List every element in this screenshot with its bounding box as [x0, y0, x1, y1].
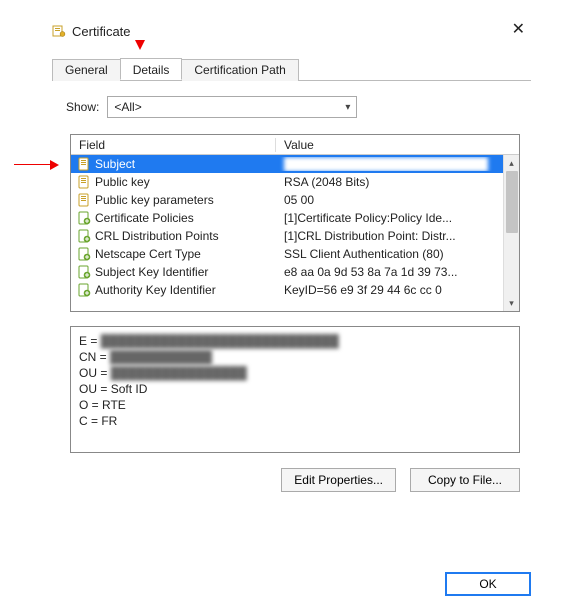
- field-doc-icon: [77, 193, 91, 207]
- row-value: [1]CRL Distribution Point: Distr...: [276, 229, 519, 243]
- field-value-list[interactable]: Field Value Subject█████████████████████…: [70, 134, 520, 312]
- edit-properties-button[interactable]: Edit Properties...: [281, 468, 396, 492]
- tab-details[interactable]: Details: [120, 58, 183, 80]
- ok-button[interactable]: OK: [445, 572, 531, 596]
- field-extension-icon: [77, 229, 91, 243]
- row-field: Subject: [95, 157, 276, 171]
- detail-value: FR: [101, 414, 117, 428]
- row-field: Public key parameters: [95, 193, 276, 207]
- detail-line: C = FR: [79, 413, 511, 429]
- detail-line: O = RTE: [79, 397, 511, 413]
- tab-certpath[interactable]: Certification Path: [181, 59, 298, 81]
- tab-general[interactable]: General: [52, 59, 121, 81]
- show-label: Show:: [66, 100, 99, 114]
- detail-value: ████████████████████████████: [101, 333, 339, 349]
- detail-value: ████████████: [110, 349, 212, 365]
- list-scrollbar[interactable]: ▴ ▾: [503, 155, 519, 311]
- field-extension-icon: [77, 247, 91, 261]
- certificate-dialog: Certificate ✕ General Details Certificat…: [0, 0, 561, 612]
- table-row[interactable]: CRL Distribution Points[1]CRL Distributi…: [71, 227, 519, 245]
- detail-key: OU =: [79, 382, 111, 396]
- dialog-title: Certificate: [72, 24, 131, 39]
- field-doc-icon: [77, 175, 91, 189]
- tab-details-label: Details: [133, 63, 170, 77]
- table-row[interactable]: Subject Key Identifiere8 aa 0a 9d 53 8a …: [71, 263, 519, 281]
- list-header: Field Value: [71, 135, 519, 155]
- scroll-up-icon[interactable]: ▴: [504, 155, 519, 171]
- show-selected: <All>: [114, 100, 141, 114]
- row-value: ████████████████████████: [276, 157, 519, 171]
- row-field: Netscape Cert Type: [95, 247, 276, 261]
- detail-line: OU = ████████████████: [79, 365, 511, 381]
- subject-detail-box[interactable]: E = ████████████████████████████CN = ███…: [70, 326, 520, 453]
- detail-key: C =: [79, 414, 101, 428]
- detail-key: O =: [79, 398, 102, 412]
- ok-row: OK: [445, 572, 531, 596]
- certificate-icon: [52, 24, 66, 38]
- row-value: SSL Client Authentication (80): [276, 247, 519, 261]
- copy-to-file-button[interactable]: Copy to File...: [410, 468, 520, 492]
- table-row[interactable]: Authority Key IdentifierKeyID=56 e9 3f 2…: [71, 281, 519, 299]
- header-value[interactable]: Value: [276, 138, 519, 152]
- header-field[interactable]: Field: [71, 138, 276, 152]
- list-rows: Subject████████████████████████Public ke…: [71, 155, 519, 311]
- detail-value: RTE: [102, 398, 126, 412]
- row-field: Public key: [95, 175, 276, 189]
- detail-line: OU = Soft ID: [79, 381, 511, 397]
- row-value: 05 00: [276, 193, 519, 207]
- row-value: [1]Certificate Policy:Policy Ide...: [276, 211, 519, 225]
- field-extension-icon: [77, 265, 91, 279]
- tab-general-label: General: [65, 63, 108, 77]
- table-row[interactable]: Certificate Policies[1]Certificate Polic…: [71, 209, 519, 227]
- scroll-thumb[interactable]: [506, 171, 518, 233]
- table-row[interactable]: Netscape Cert TypeSSL Client Authenticat…: [71, 245, 519, 263]
- tab-certpath-label: Certification Path: [194, 63, 285, 77]
- detail-value: ████████████████: [111, 365, 247, 381]
- field-extension-icon: [77, 211, 91, 225]
- row-value: KeyID=56 e9 3f 29 44 6c cc 0: [276, 283, 519, 297]
- chevron-down-icon: ▾: [345, 102, 350, 113]
- tab-strip: General Details Certification Path: [52, 58, 531, 81]
- button-row: Edit Properties... Copy to File...: [70, 468, 520, 492]
- detail-key: E =: [79, 334, 101, 348]
- detail-key: OU =: [79, 366, 111, 380]
- detail-value: Soft ID: [111, 382, 148, 396]
- detail-key: CN =: [79, 350, 110, 364]
- row-value: e8 aa 0a 9d 53 8a 7a 1d 39 73...: [276, 265, 519, 279]
- field-extension-icon: [77, 283, 91, 297]
- row-field: CRL Distribution Points: [95, 229, 276, 243]
- annotation-arrow-right: [14, 160, 60, 170]
- row-field: Authority Key Identifier: [95, 283, 276, 297]
- scroll-down-icon[interactable]: ▾: [504, 295, 519, 311]
- table-row[interactable]: Public key parameters05 00: [71, 191, 519, 209]
- title-bar: Certificate ✕: [52, 20, 531, 42]
- show-row: Show: <All> ▾: [66, 96, 357, 118]
- detail-line: CN = ████████████: [79, 349, 511, 365]
- row-value: RSA (2048 Bits): [276, 175, 519, 189]
- row-field: Certificate Policies: [95, 211, 276, 225]
- field-doc-icon: [77, 157, 91, 171]
- show-dropdown[interactable]: <All> ▾: [107, 96, 357, 118]
- close-button[interactable]: ✕: [506, 20, 531, 40]
- table-row[interactable]: Subject████████████████████████: [71, 155, 519, 173]
- detail-line: E = ████████████████████████████: [79, 333, 511, 349]
- table-row[interactable]: Public keyRSA (2048 Bits): [71, 173, 519, 191]
- row-field: Subject Key Identifier: [95, 265, 276, 279]
